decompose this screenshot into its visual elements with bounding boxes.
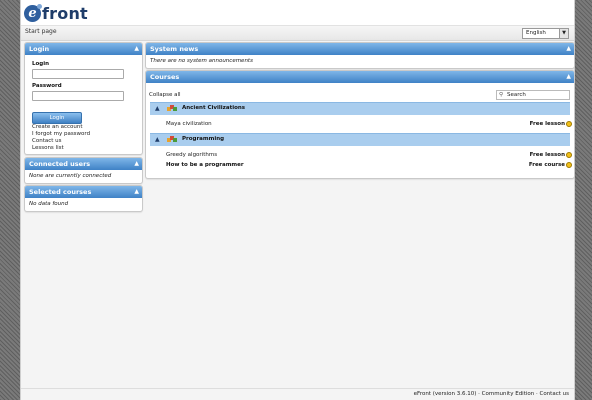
system-news-box: System news ▲ There are no system announ… <box>145 42 575 69</box>
login-box-title: Login <box>29 45 50 53</box>
login-box: Login ▲ Login Password Login Create an a… <box>24 42 143 155</box>
efront-logo-icon: e <box>24 3 42 22</box>
login-box-header: Login ▲ <box>25 43 142 55</box>
courses-search[interactable]: ⚲ Search <box>496 90 570 100</box>
connected-users-header: Connected users ▲ <box>25 158 142 170</box>
top-bar: Start page English ▼ <box>21 25 574 41</box>
enroll-icon[interactable] <box>566 162 572 168</box>
chevron-down-icon[interactable]: ▼ <box>559 29 568 38</box>
collapse-icon[interactable]: ▲ <box>134 158 139 170</box>
courses-title: Courses <box>150 73 180 81</box>
lesson-price: Free lesson <box>529 152 565 158</box>
password-label: Password <box>32 83 62 89</box>
course-icon <box>167 105 177 111</box>
course-group-title[interactable]: Programming <box>182 136 224 142</box>
collapse-icon[interactable]: ▲ <box>134 43 139 55</box>
collapse-all-link[interactable]: Collapse all <box>149 92 181 98</box>
lesson-greedy-algorithms[interactable]: Greedy algorithms <box>166 152 217 158</box>
lessons-list-link[interactable]: Lessons list <box>32 145 64 152</box>
system-news-header: System news ▲ <box>146 43 574 55</box>
login-button[interactable]: Login <box>32 112 82 124</box>
system-news-empty: There are no system announcements <box>150 58 253 64</box>
footer: eFront (version 3.6.10) · Community Edit… <box>21 388 574 398</box>
header: e front <box>21 0 574 25</box>
chevron-up-icon[interactable]: ▲ <box>155 105 160 112</box>
password-input[interactable] <box>32 91 124 101</box>
enroll-icon[interactable] <box>566 152 572 158</box>
courses-header: Courses ▲ <box>146 71 574 83</box>
language-selected: English <box>526 30 546 36</box>
login-label: Login <box>32 61 50 67</box>
course-icon <box>167 136 177 142</box>
efront-logo[interactable]: e front <box>24 3 88 23</box>
course-group-programming[interactable]: ▲ Programming <box>150 133 570 146</box>
connected-users-empty: None are currently connected <box>29 173 112 179</box>
collapse-icon[interactable]: ▲ <box>566 71 571 83</box>
collapse-icon[interactable]: ▲ <box>566 43 571 55</box>
logo-text: front <box>42 3 88 23</box>
selected-courses-box: Selected courses ▲ No data found <box>24 185 143 212</box>
selected-courses-empty: No data found <box>29 201 69 207</box>
lesson-maya-civilization[interactable]: Maya civilization <box>166 121 212 127</box>
login-input[interactable] <box>32 69 124 79</box>
page-container: e front Start page English ▼ Login ▲ Log… <box>20 0 575 400</box>
course-group-ancient-civilizations[interactable]: ▲ Ancient Civilizations <box>150 102 570 115</box>
search-icon: ⚲ <box>499 92 504 98</box>
course-how-to-be-a-programmer[interactable]: How to be a programmer <box>166 162 244 168</box>
selected-courses-title: Selected courses <box>29 188 92 196</box>
lesson-price: Free lesson <box>529 121 565 127</box>
connected-users-box: Connected users ▲ None are currently con… <box>24 157 143 184</box>
contact-us-link[interactable]: Contact us <box>32 138 62 145</box>
course-group-title[interactable]: Ancient Civilizations <box>182 105 245 111</box>
forgot-password-link[interactable]: I forgot my password <box>32 131 90 138</box>
language-select[interactable]: English ▼ <box>522 28 569 39</box>
search-input[interactable]: Search <box>507 91 526 99</box>
courses-box: Courses ▲ Collapse all ⚲ Search ▲ Ancien… <box>145 70 575 179</box>
course-price: Free course <box>528 162 565 168</box>
selected-courses-header: Selected courses ▲ <box>25 186 142 198</box>
system-news-title: System news <box>150 45 199 53</box>
chevron-up-icon[interactable]: ▲ <box>155 136 160 143</box>
enroll-icon[interactable] <box>566 121 572 127</box>
create-account-link[interactable]: Create an account <box>32 124 83 131</box>
collapse-icon[interactable]: ▲ <box>134 186 139 198</box>
breadcrumb-start-page[interactable]: Start page <box>25 28 57 35</box>
connected-users-title: Connected users <box>29 160 91 168</box>
